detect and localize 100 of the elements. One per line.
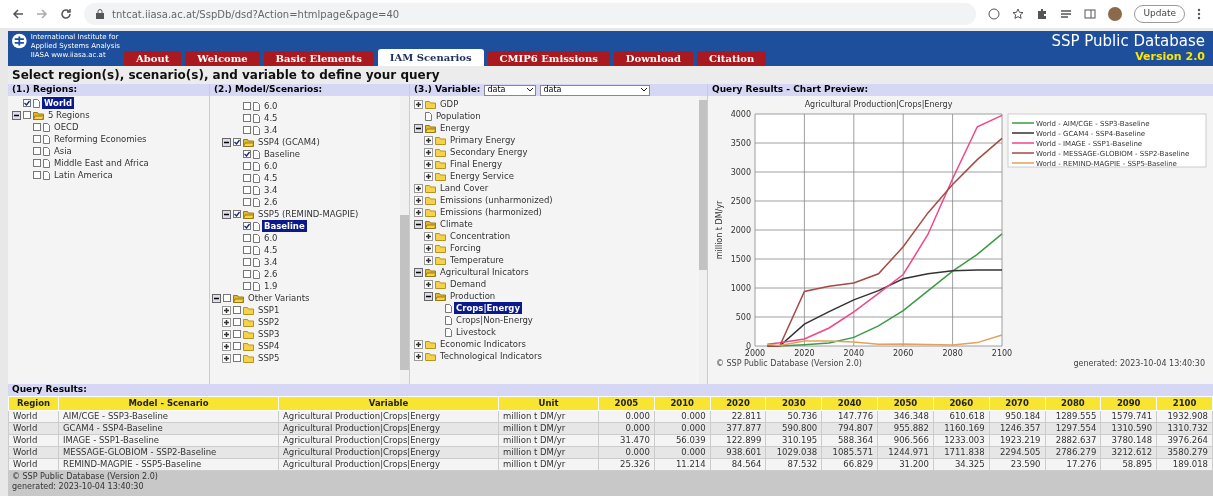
scrollbar-thumb[interactable] [400, 215, 409, 370]
checkbox[interactable] [243, 150, 251, 158]
expand-icon[interactable] [424, 147, 433, 157]
tree-item[interactable]: SSP2 [256, 315, 282, 329]
tree-item[interactable]: Baseline [262, 219, 307, 233]
tree-item[interactable]: SSP1 [256, 303, 282, 317]
tree-item[interactable]: 6.0 [262, 231, 280, 245]
column-header[interactable]: 2080 [1045, 396, 1101, 411]
column-header[interactable]: 2010 [654, 396, 711, 411]
expand-icon[interactable] [222, 341, 231, 351]
tree-item[interactable]: 2.6 [262, 267, 280, 281]
checkbox[interactable] [233, 330, 241, 338]
column-header[interactable]: 2070 [989, 396, 1045, 411]
tree-item[interactable]: 6.0 [262, 99, 280, 113]
checkbox[interactable] [33, 135, 41, 143]
tree-item[interactable]: SSP3 [256, 327, 282, 341]
expand-icon[interactable] [424, 231, 433, 241]
tree-item[interactable]: 3.4 [262, 183, 280, 197]
menu-icon[interactable] [1197, 8, 1201, 20]
expand-icon[interactable] [222, 329, 231, 339]
dropdown[interactable]: data [540, 84, 651, 96]
scrollbar[interactable] [699, 96, 707, 384]
expand-icon[interactable] [414, 195, 423, 205]
nav-tab[interactable]: Basic Elements [263, 51, 374, 66]
tree-item[interactable]: World [42, 96, 75, 110]
tree-item[interactable]: 4.5 [262, 243, 280, 257]
checkbox[interactable] [33, 123, 41, 131]
checkbox[interactable] [233, 306, 241, 314]
tree-item[interactable]: Climate [438, 217, 475, 231]
expand-icon[interactable] [222, 317, 231, 327]
checkbox[interactable] [243, 162, 251, 170]
avatar-icon[interactable] [1108, 7, 1123, 21]
checkbox[interactable] [233, 354, 241, 362]
collapse-icon[interactable] [414, 219, 423, 229]
column-header[interactable]: 2030 [765, 396, 822, 411]
tree-item[interactable]: Latin America [52, 168, 115, 182]
tree-item[interactable]: 3.4 [262, 255, 280, 269]
tree-item[interactable]: Technological Indicators [438, 349, 544, 363]
sidebar-icon[interactable] [1084, 8, 1097, 20]
tree-item[interactable]: SSP4 (GCAM4) [256, 135, 322, 149]
column-header[interactable]: Region [8, 396, 59, 411]
column-header[interactable]: 2005 [598, 396, 655, 411]
column-header[interactable]: Model - Scenario [58, 396, 279, 411]
nav-tab[interactable]: Citation [697, 51, 767, 66]
expand-icon[interactable] [424, 171, 433, 181]
column-header[interactable]: 2020 [710, 396, 766, 411]
extension-icon[interactable] [1036, 8, 1049, 20]
back-arrow-icon[interactable] [12, 8, 24, 20]
tree-item[interactable]: SSP5 [256, 351, 282, 365]
tree-item[interactable]: Agricultural Inicators [438, 265, 531, 279]
checkbox[interactable] [233, 318, 241, 326]
tree-item[interactable]: OECD [52, 120, 81, 134]
tree-item[interactable]: SSP4 [256, 339, 282, 353]
tree-item[interactable]: Population [434, 109, 483, 123]
tree-item[interactable]: Baseline [262, 147, 303, 161]
checkbox[interactable] [33, 147, 41, 155]
collapse-icon[interactable] [12, 110, 21, 120]
tree-item[interactable]: Concentration [448, 229, 513, 243]
expand-icon[interactable] [424, 135, 433, 145]
nav-tab[interactable]: Download [613, 51, 694, 66]
tree-item[interactable]: Asia [52, 144, 74, 158]
checkbox[interactable] [243, 198, 251, 206]
address-bar[interactable]: tntcat.iiasa.ac.at/SspDb/dsd?Action=htmlpage&page=40 [84, 3, 977, 25]
column-header[interactable]: 2040 [821, 396, 878, 411]
tree-item[interactable]: Secondary Energy [448, 145, 530, 159]
tree-item[interactable]: 4.5 [262, 111, 280, 125]
tree-item[interactable]: Crops|Energy [454, 301, 522, 315]
collapse-icon[interactable] [424, 291, 433, 301]
collapse-icon[interactable] [222, 137, 231, 147]
collapse-icon[interactable] [222, 209, 231, 219]
tree-item[interactable]: Emissions (harmonized) [438, 205, 544, 219]
column-header[interactable]: 2060 [933, 396, 990, 411]
collapse-icon[interactable] [414, 267, 423, 277]
tree-item[interactable]: 5 Regions [46, 108, 92, 122]
checkbox[interactable] [223, 294, 231, 302]
tree-item[interactable]: SSP5 (REMIND-MAGPIE) [256, 207, 361, 221]
column-header[interactable]: 2090 [1100, 396, 1157, 411]
tree-item[interactable]: 2.6 [262, 195, 280, 209]
expand-icon[interactable] [424, 243, 433, 253]
tree-item[interactable]: 3.4 [262, 123, 280, 137]
tree-item[interactable]: Forcing [448, 241, 483, 255]
checkbox[interactable] [243, 186, 251, 194]
tree-item[interactable]: Energy [438, 121, 472, 135]
checkbox[interactable] [243, 282, 251, 290]
checkbox[interactable] [23, 99, 31, 107]
expand-icon[interactable] [414, 351, 423, 361]
checkbox[interactable] [233, 342, 241, 350]
checkbox[interactable] [243, 258, 251, 266]
tree-item[interactable]: Energy Service [448, 169, 516, 183]
tree-item[interactable]: Land Cover [438, 181, 491, 195]
tree-item[interactable]: Temperature [448, 253, 506, 267]
checkbox[interactable] [233, 210, 241, 218]
checkbox[interactable] [243, 270, 251, 278]
expand-icon[interactable] [414, 207, 423, 217]
list-icon[interactable] [1060, 8, 1073, 20]
expand-icon[interactable] [414, 99, 423, 109]
tree-item[interactable]: Reforming Economies [52, 132, 149, 146]
checkbox[interactable] [33, 159, 41, 167]
tree-item[interactable]: 6.0 [262, 159, 280, 173]
reload-icon[interactable] [60, 8, 72, 20]
